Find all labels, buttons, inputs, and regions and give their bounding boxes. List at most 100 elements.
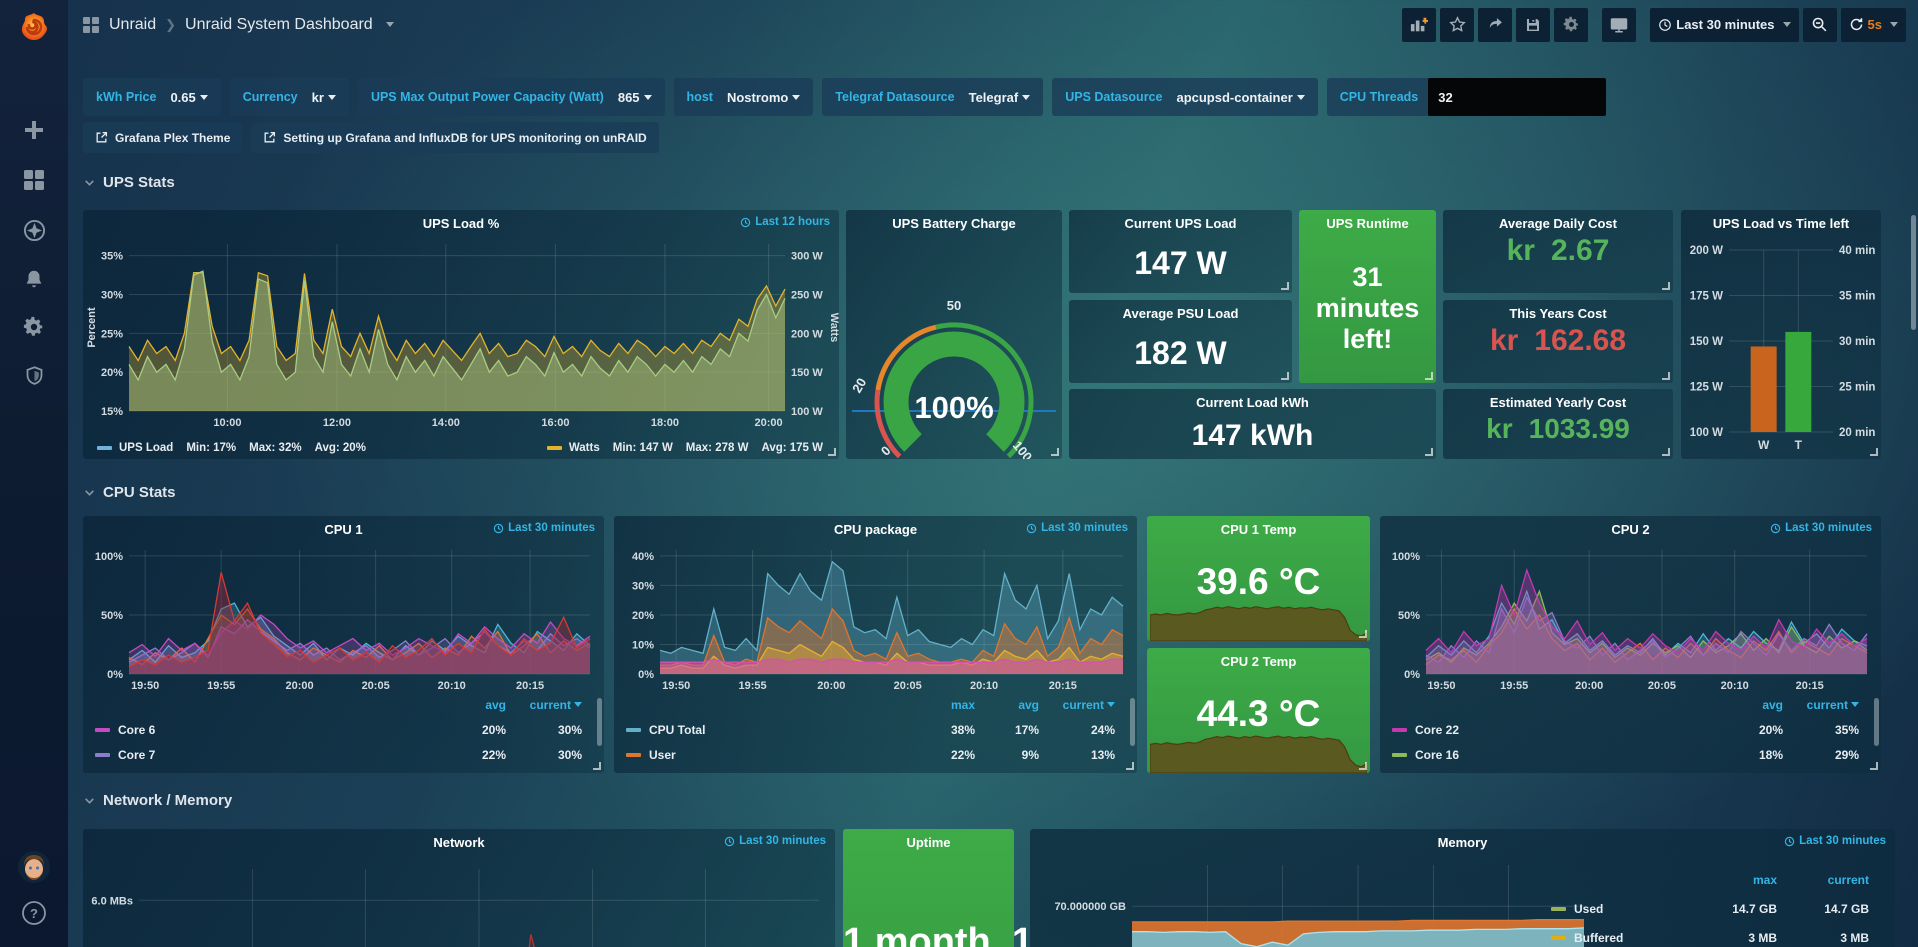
legend-series[interactable]: CPU Total [626,723,913,737]
panel-title[interactable]: UPS Battery Charge [846,210,1062,236]
legend-col-max[interactable]: max [913,698,987,712]
legend-col-current[interactable]: current [1795,698,1871,712]
panel-title[interactable]: CPU 1 Temp [1147,516,1370,542]
panel-memory: Memory Last 30 minutes 70.000000 GB60.00… [1030,829,1895,947]
panel-title[interactable]: Average Daily Cost [1443,210,1673,236]
section-network-memory[interactable]: Network / Memory [83,792,232,809]
legend-col-current[interactable]: current [1789,873,1881,887]
svg-text:19:50: 19:50 [1427,680,1455,692]
add-panel-button[interactable] [1402,8,1436,42]
panel-time-range[interactable]: Last 30 minutes [1026,522,1128,534]
svg-text:W: W [1758,438,1770,452]
panel-time-range[interactable]: Last 30 minutes [493,522,595,534]
chevron-down-icon [83,486,96,499]
panel-title[interactable]: Average PSU Load [1069,300,1292,326]
link-grafana-plex-theme[interactable]: Grafana Plex Theme [83,122,242,153]
panel-title[interactable]: UPS Load % [83,210,839,236]
legend-series[interactable]: User [626,748,913,762]
variable-ups-max-output[interactable]: UPS Max Output Power Capacity (Watt) 865 [358,78,665,116]
legend-col-max[interactable]: max [1697,873,1789,887]
create-plus-icon[interactable] [14,110,54,150]
link-ups-monitoring-guide[interactable]: Setting up Grafana and InfluxDB for UPS … [251,122,658,153]
variable-kwh-price[interactable]: kWh Price 0.65 [83,78,221,116]
breadcrumb-folder[interactable]: Unraid [109,16,156,34]
section-ups-stats[interactable]: UPS Stats [83,174,175,191]
cpu2-legend: avgcurrent Core 2220%35% Core 1618%29% [1392,692,1871,767]
legend-series[interactable]: Core 16 [1392,748,1729,762]
legend-scrollbar[interactable] [597,698,602,746]
panel-title[interactable]: UPS Runtime [1299,210,1436,236]
panel-ups-load-vs-time: UPS Load vs Time left 200 W40 min175 W35… [1681,210,1881,459]
panel-time-range[interactable]: Last 30 minutes [724,835,826,847]
legend-series-name[interactable]: Watts [569,442,600,454]
cpu1-chart[interactable]: 19:5019:5520:0020:0520:1020:15100%50%0% [85,542,598,694]
dashboard-settings-button[interactable] [1554,8,1588,42]
legend-series[interactable]: Buffered [1551,931,1697,945]
svg-text:?: ? [30,906,38,921]
panel-title[interactable]: Estimated Yearly Cost [1443,389,1673,415]
legend-series-name[interactable]: UPS Load [119,442,173,454]
panel-time-range[interactable]: Last 30 minutes [1770,522,1872,534]
legend-series[interactable]: Used [1551,902,1697,916]
time-picker-button[interactable]: Last 30 minutes [1650,8,1798,42]
panel-ups-load: UPS Load % Last 12 hours 10:0012:0014:00… [83,210,839,459]
ups-load-vs-time-chart[interactable]: 200 W40 min175 W35 min150 W30 min125 W25… [1681,236,1881,459]
battery-gauge: 02050100100% [846,236,1062,459]
dashboard-dropdown-caret-icon[interactable] [386,22,394,27]
grafana-logo-icon[interactable] [14,6,54,50]
legend-series[interactable]: Core 22 [1392,723,1729,737]
panel-title[interactable]: Network [83,829,835,855]
svg-text:18:00: 18:00 [651,417,679,429]
server-admin-shield-icon[interactable] [14,356,54,396]
legend-col-avg[interactable]: avg [1729,698,1795,712]
legend-col-avg[interactable]: avg [987,698,1051,712]
panel-cpu-package: CPU package Last 30 minutes 19:5019:5520… [614,516,1137,773]
breadcrumb-dashboard-title[interactable]: Unraid System Dashboard [185,16,373,34]
page-scrollbar[interactable] [1911,215,1916,330]
configuration-gear-icon[interactable] [14,307,54,347]
svg-text:175 W: 175 W [1690,291,1723,303]
variable-currency[interactable]: Currency kr [230,78,349,116]
variable-host[interactable]: host Nostromo [674,78,814,116]
panel-title[interactable]: UPS Load vs Time left [1681,210,1881,236]
explore-compass-icon[interactable] [14,210,54,250]
legend-col-current[interactable]: current [518,698,594,712]
variable-ups-datasource[interactable]: UPS Datasource apcupsd-container [1052,78,1318,116]
panel-title[interactable]: Uptime [843,829,1014,855]
legend-col-avg[interactable]: avg [452,698,518,712]
cpu-threads-input[interactable] [1428,78,1606,116]
panel-time-range[interactable]: Last 12 hours [740,216,830,228]
cpu2-chart[interactable]: 19:5019:5520:0020:0520:1020:15100%50%0% [1382,542,1875,694]
section-cpu-stats[interactable]: CPU Stats [83,484,176,501]
panel-time-range[interactable]: Last 30 minutes [1784,835,1886,847]
alerting-bell-icon[interactable] [14,259,54,299]
legend-col-current[interactable]: current [1051,698,1127,712]
breadcrumb: Unraid ❯ Unraid System Dashboard [82,16,394,34]
cpu-package-chart[interactable]: 19:5019:5520:0020:0520:1020:1540%30%20%1… [616,542,1131,694]
cycle-view-button[interactable] [1602,8,1636,42]
legend-series[interactable]: Core 6 [95,723,452,737]
svg-text:19:55: 19:55 [739,680,767,692]
help-icon[interactable]: ? [14,893,54,933]
legend-series[interactable]: Core 7 [95,748,452,762]
legend-scrollbar[interactable] [1874,698,1879,746]
share-button[interactable] [1478,8,1512,42]
panel-title[interactable]: Current Load kWh [1069,389,1436,415]
legend-scrollbar[interactable] [1130,698,1135,746]
user-avatar[interactable] [14,847,54,887]
zoom-out-button[interactable] [1803,8,1837,42]
refresh-button[interactable]: 5s [1841,8,1906,42]
ups-load-chart[interactable]: 10:0012:0014:0016:0018:0020:0035%300 W30… [83,236,839,433]
panel-title[interactable]: Current UPS Load [1069,210,1292,236]
dropdown-caret-icon [328,95,336,100]
refresh-caret-icon[interactable] [1890,22,1898,27]
star-button[interactable] [1440,8,1474,42]
memory-chart[interactable]: 70.000000 GB60.000000 GB50.000000 GB [1032,855,1590,947]
network-chart[interactable]: 6.0 MBs4.0 MBs2.0 MBs [85,855,827,947]
panel-title[interactable]: CPU 2 Temp [1147,648,1370,674]
dashboards-icon[interactable] [14,160,54,200]
variable-telegraf-datasource[interactable]: Telegraf Datasource Telegraf [822,78,1043,116]
save-button[interactable] [1516,8,1550,42]
panel-title[interactable]: This Years Cost [1443,300,1673,326]
panel-title[interactable]: Memory [1030,829,1895,855]
